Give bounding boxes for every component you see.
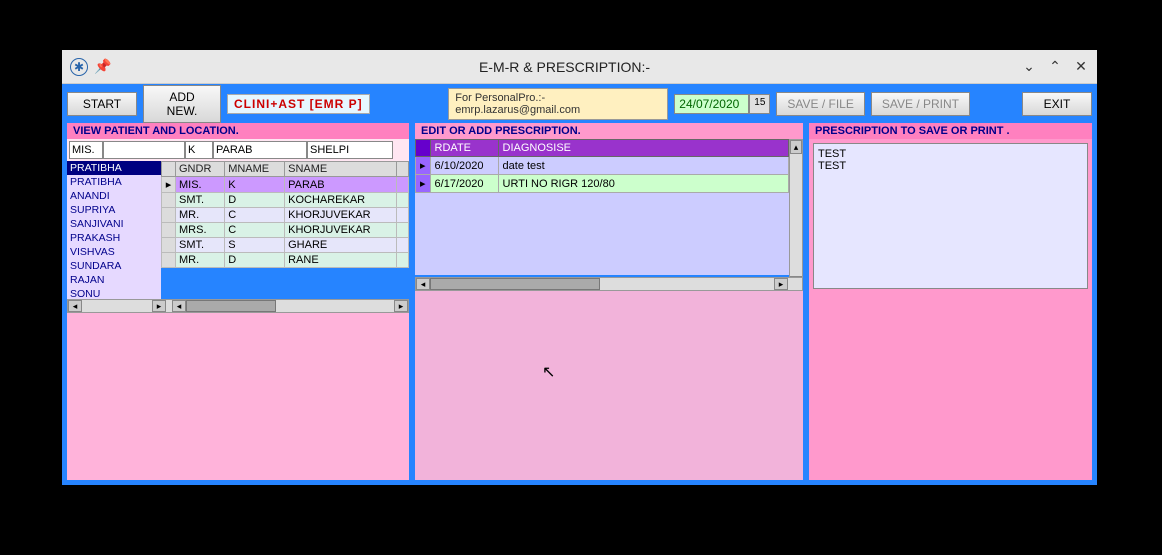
table-row[interactable]: ▸MIS.KPARAB [162, 177, 409, 193]
scroll-up-icon[interactable]: ▴ [790, 140, 802, 154]
list-item[interactable]: SANJIVANI [67, 217, 161, 231]
list-item[interactable]: ANANDI [67, 189, 161, 203]
date-picker-button[interactable]: 15 [749, 94, 770, 114]
savefile-button[interactable]: SAVE / FILE [776, 92, 864, 116]
prescription-grid[interactable]: RDATE DIAGNOSISE ▸6/10/2020date test▸6/1… [415, 139, 789, 193]
table-row[interactable]: MRS.CKHORJUVEKAR [162, 223, 409, 238]
output-panel: PRESCRIPTION TO SAVE OR PRINT . TESTTEST [809, 123, 1092, 480]
list-item[interactable]: PRAKASH [67, 231, 161, 245]
scroll-right-icon[interactable]: ▸ [152, 300, 166, 312]
list-item[interactable]: RAJAN [67, 273, 161, 287]
panel2-header: EDIT OR ADD PRESCRIPTION. [415, 123, 803, 139]
scroll-left-icon[interactable]: ◂ [68, 300, 82, 312]
list-item[interactable]: PRATIBHA [67, 175, 161, 189]
loc-input[interactable] [307, 141, 393, 159]
col-diag[interactable]: DIAGNOSISE [498, 140, 788, 157]
info-label: For PersonalPro.:-emrp.lazarus@gmail.com [448, 88, 668, 120]
col-mname[interactable]: MNAME [225, 162, 285, 177]
table-row[interactable]: SMT.DKOCHAREKAR [162, 193, 409, 208]
table-row[interactable]: SMT.SGHARE [162, 238, 409, 253]
presc-vscroll[interactable]: ▴ ▾ [789, 139, 803, 291]
panel1-body [67, 313, 409, 480]
brand-label: CLINI+AST [EMR P] [227, 94, 370, 114]
table-row[interactable]: ▸6/17/2020URTI NO RIGR 120/80 [416, 175, 789, 193]
close-button[interactable]: ✕ [1073, 59, 1089, 75]
list-item[interactable]: SUPRIYA [67, 203, 161, 217]
minimize-button[interactable]: ⌄ [1021, 59, 1037, 75]
exit-button[interactable]: EXIT [1022, 92, 1092, 116]
table-row[interactable]: MR.CKHORJUVEKAR [162, 208, 409, 223]
titlebar: ✱ 📌 E-M-R & PRESCRIPTION:- ⌄ ⌃ ✕ [62, 50, 1097, 84]
name-list[interactable]: PRATIBHAPRATIBHAANANDISUPRIYASANJIVANIPR… [67, 161, 161, 313]
prescription-panel: EDIT OR ADD PRESCRIPTION. RDATE DIAGNOSI… [415, 123, 803, 480]
scroll-thumb[interactable] [186, 300, 276, 312]
window-title: E-M-R & PRESCRIPTION:- [108, 59, 1021, 75]
maximize-button[interactable]: ⌃ [1047, 59, 1063, 75]
toolbar: START ADD NEW. CLINI+AST [EMR P] For Per… [67, 89, 1092, 119]
addnew-button[interactable]: ADD NEW. [143, 85, 221, 123]
scroll-right-icon-2[interactable]: ▸ [394, 300, 408, 312]
panel2-body [415, 291, 803, 480]
patient-grid[interactable]: GNDR MNAME SNAME ▸MIS.KPARABSMT.DKOCHARE… [161, 161, 409, 268]
col-rdate[interactable]: RDATE [430, 140, 498, 157]
list-item[interactable]: VISHVAS [67, 245, 161, 259]
sname-input[interactable] [213, 141, 307, 159]
app-window: ✱ 📌 E-M-R & PRESCRIPTION:- ⌄ ⌃ ✕ START A… [62, 50, 1097, 485]
panel3-header: PRESCRIPTION TO SAVE OR PRINT . [809, 123, 1092, 139]
patient-inputs [67, 139, 409, 161]
scroll-left-icon-2[interactable]: ◂ [172, 300, 186, 312]
app-icon: ✱ [70, 58, 88, 76]
patient-grid-wrap: GNDR MNAME SNAME ▸MIS.KPARABSMT.DKOCHARE… [161, 161, 409, 313]
col-sname[interactable]: SNAME [285, 162, 397, 177]
presc-scroll-thumb[interactable] [430, 278, 600, 290]
app-body: START ADD NEW. CLINI+AST [EMR P] For Per… [62, 84, 1097, 485]
panel1-header: VIEW PATIENT AND LOCATION. [67, 123, 409, 139]
panel3-body: TESTTEST [809, 139, 1092, 480]
title-input[interactable] [69, 141, 103, 159]
mname-input[interactable] [185, 141, 213, 159]
presc-hscroll[interactable]: ◂ ▸ [415, 277, 803, 291]
scroll-left-icon-3[interactable]: ◂ [416, 278, 430, 290]
start-button[interactable]: START [67, 92, 137, 116]
patient-panel: VIEW PATIENT AND LOCATION. PRATIBHAPRATI… [67, 123, 409, 480]
output-textbox[interactable]: TESTTEST [813, 143, 1088, 289]
table-row[interactable]: ▸6/10/2020date test [416, 157, 789, 175]
list-item[interactable]: SUNDARA [67, 259, 161, 273]
saveprint-button[interactable]: SAVE / PRINT [871, 92, 970, 116]
pin-icon[interactable]: 📌 [94, 58, 108, 76]
blank-input[interactable] [103, 141, 185, 159]
date-field[interactable]: 24/07/2020 [674, 94, 749, 114]
scroll-right-icon-3[interactable]: ▸ [774, 278, 788, 290]
list-item[interactable]: PRATIBHA [67, 161, 161, 175]
patient-hscroll[interactable]: ◂ ▸ ◂ ▸ [67, 299, 409, 313]
table-row[interactable]: MR.DRANE [162, 253, 409, 268]
col-gndr[interactable]: GNDR [176, 162, 225, 177]
